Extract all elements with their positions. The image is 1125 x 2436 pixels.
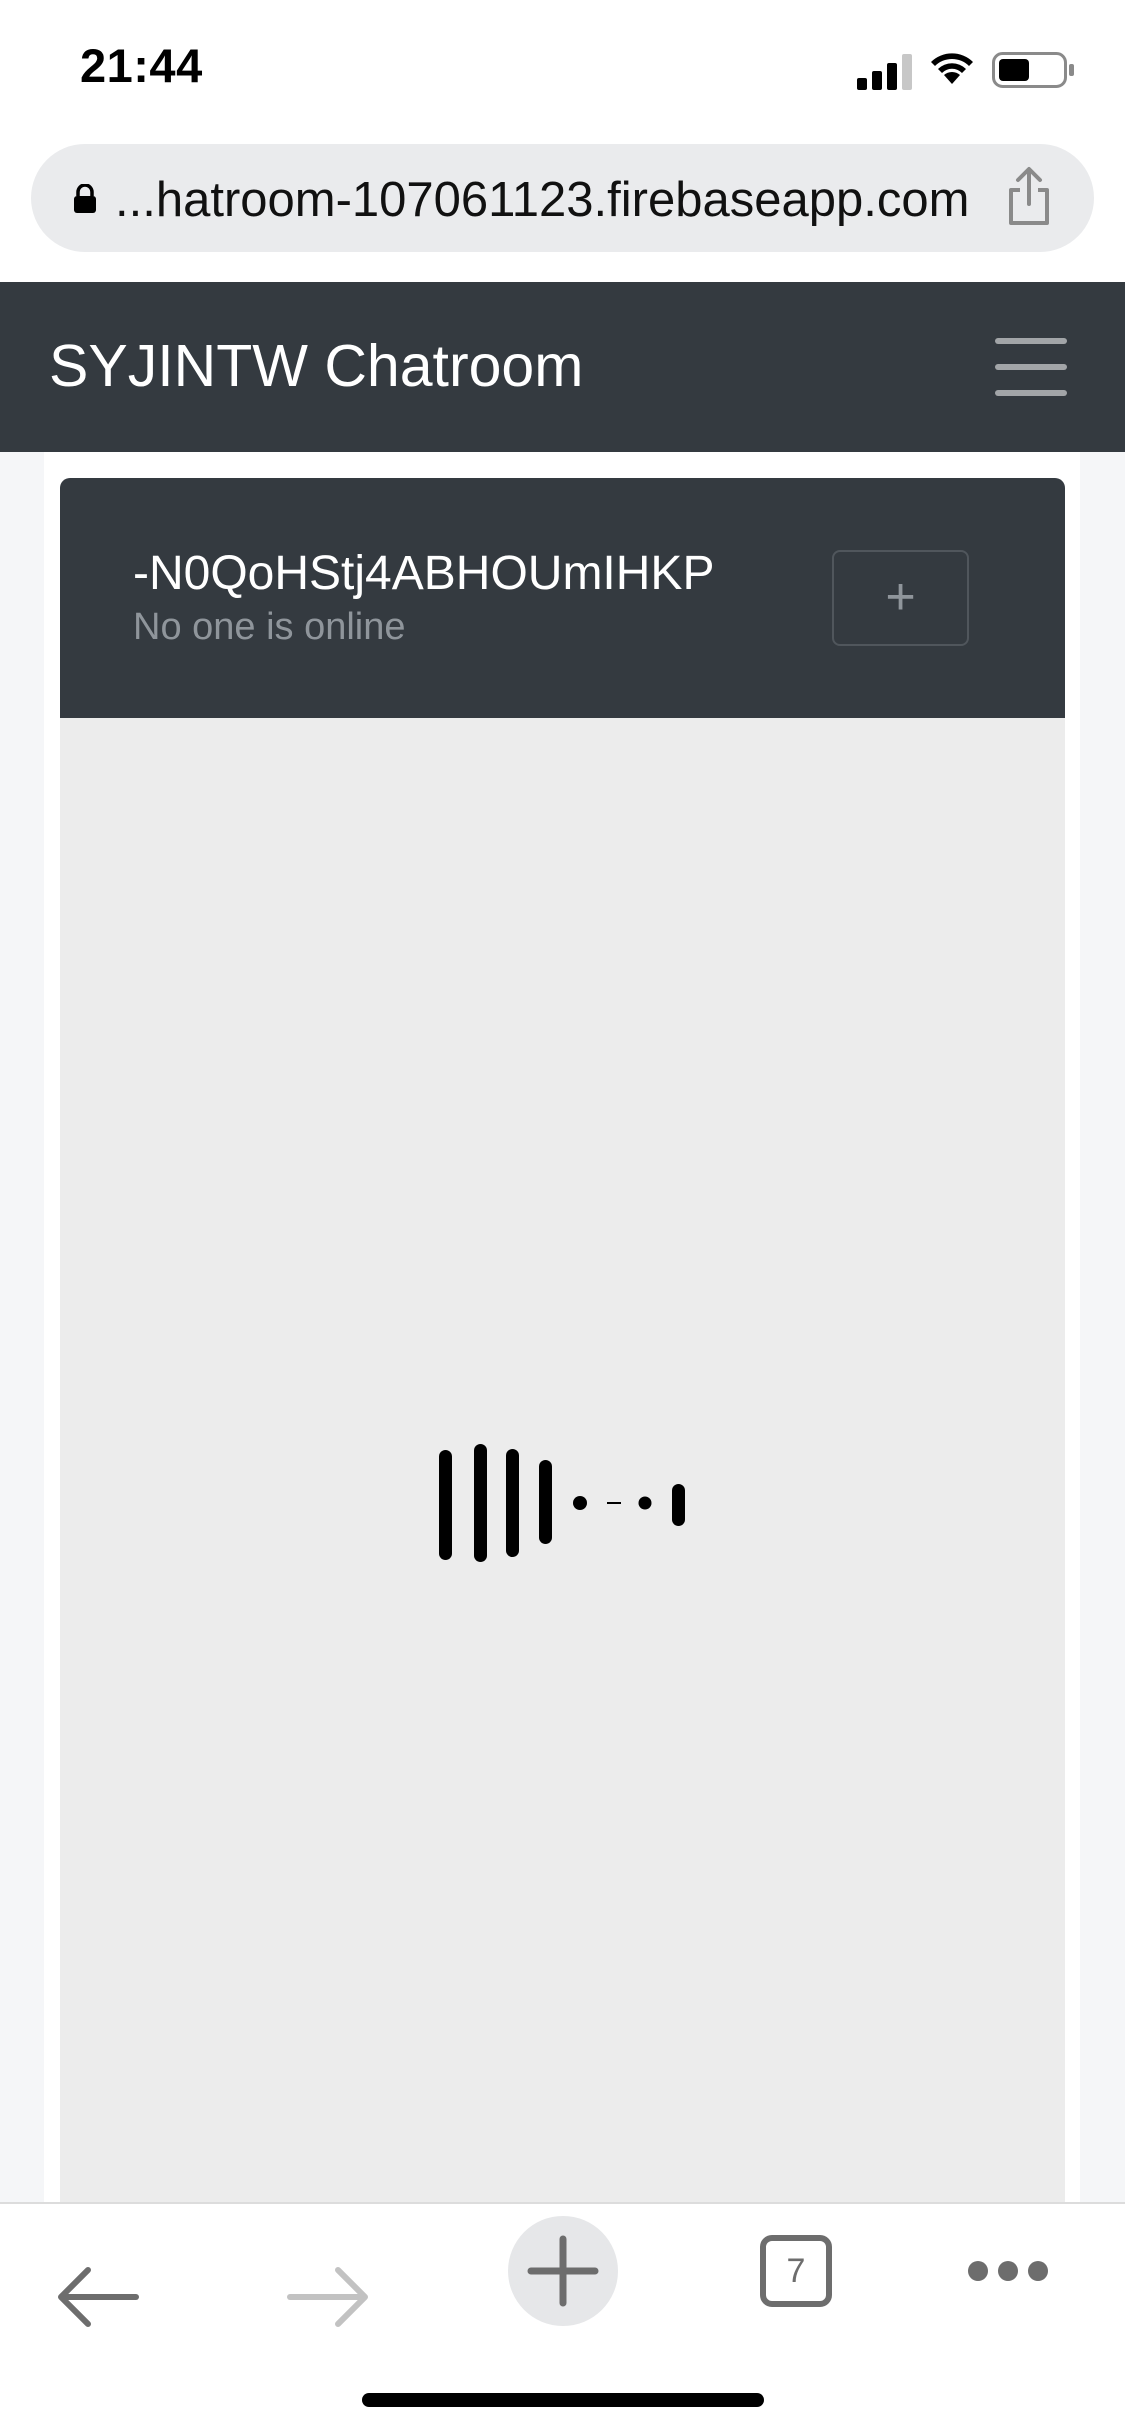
status-time: 21:44 (80, 39, 203, 92)
home-indicator (362, 2393, 764, 2407)
new-tab-icon[interactable] (508, 2216, 618, 2326)
navbar-toggler[interactable] (995, 338, 1067, 396)
share-icon[interactable] (1006, 166, 1052, 226)
loading-indicator-icon (439, 1444, 685, 1562)
hamburger-line (995, 364, 1067, 370)
hamburger-line (995, 390, 1067, 396)
wifi-icon (931, 53, 973, 84)
status-bar: 21:44 (0, 0, 1125, 135)
status-icons (857, 48, 1077, 92)
url-bar[interactable]: ...hatroom-107061123.firebaseapp.com (31, 144, 1094, 252)
chat-card: -N0QoHStj4ABHOUmIHKP No one is online + (60, 478, 1065, 2208)
lock-icon (74, 184, 96, 213)
battery-icon (992, 52, 1074, 88)
online-status: No one is online (133, 606, 406, 648)
navbar-brand[interactable]: SYJINTW Chatroom (49, 332, 583, 400)
hamburger-line (995, 338, 1067, 344)
back-arrow-icon[interactable] (56, 2266, 140, 2328)
url-text[interactable]: ...hatroom-107061123.firebaseapp.com (115, 172, 969, 228)
tab-count: 7 (786, 2252, 806, 2290)
more-options-icon[interactable] (966, 2259, 1050, 2283)
forward-arrow-icon[interactable] (286, 2266, 370, 2328)
add-button[interactable]: + (832, 550, 969, 646)
chat-header: -N0QoHStj4ABHOUmIHKP No one is online + (60, 478, 1065, 718)
room-id: -N0QoHStj4ABHOUmIHKP (133, 547, 715, 600)
cellular-signal-icon (857, 54, 912, 90)
navbar: SYJINTW Chatroom (0, 282, 1125, 452)
tabs-button[interactable]: 7 (760, 2235, 832, 2307)
